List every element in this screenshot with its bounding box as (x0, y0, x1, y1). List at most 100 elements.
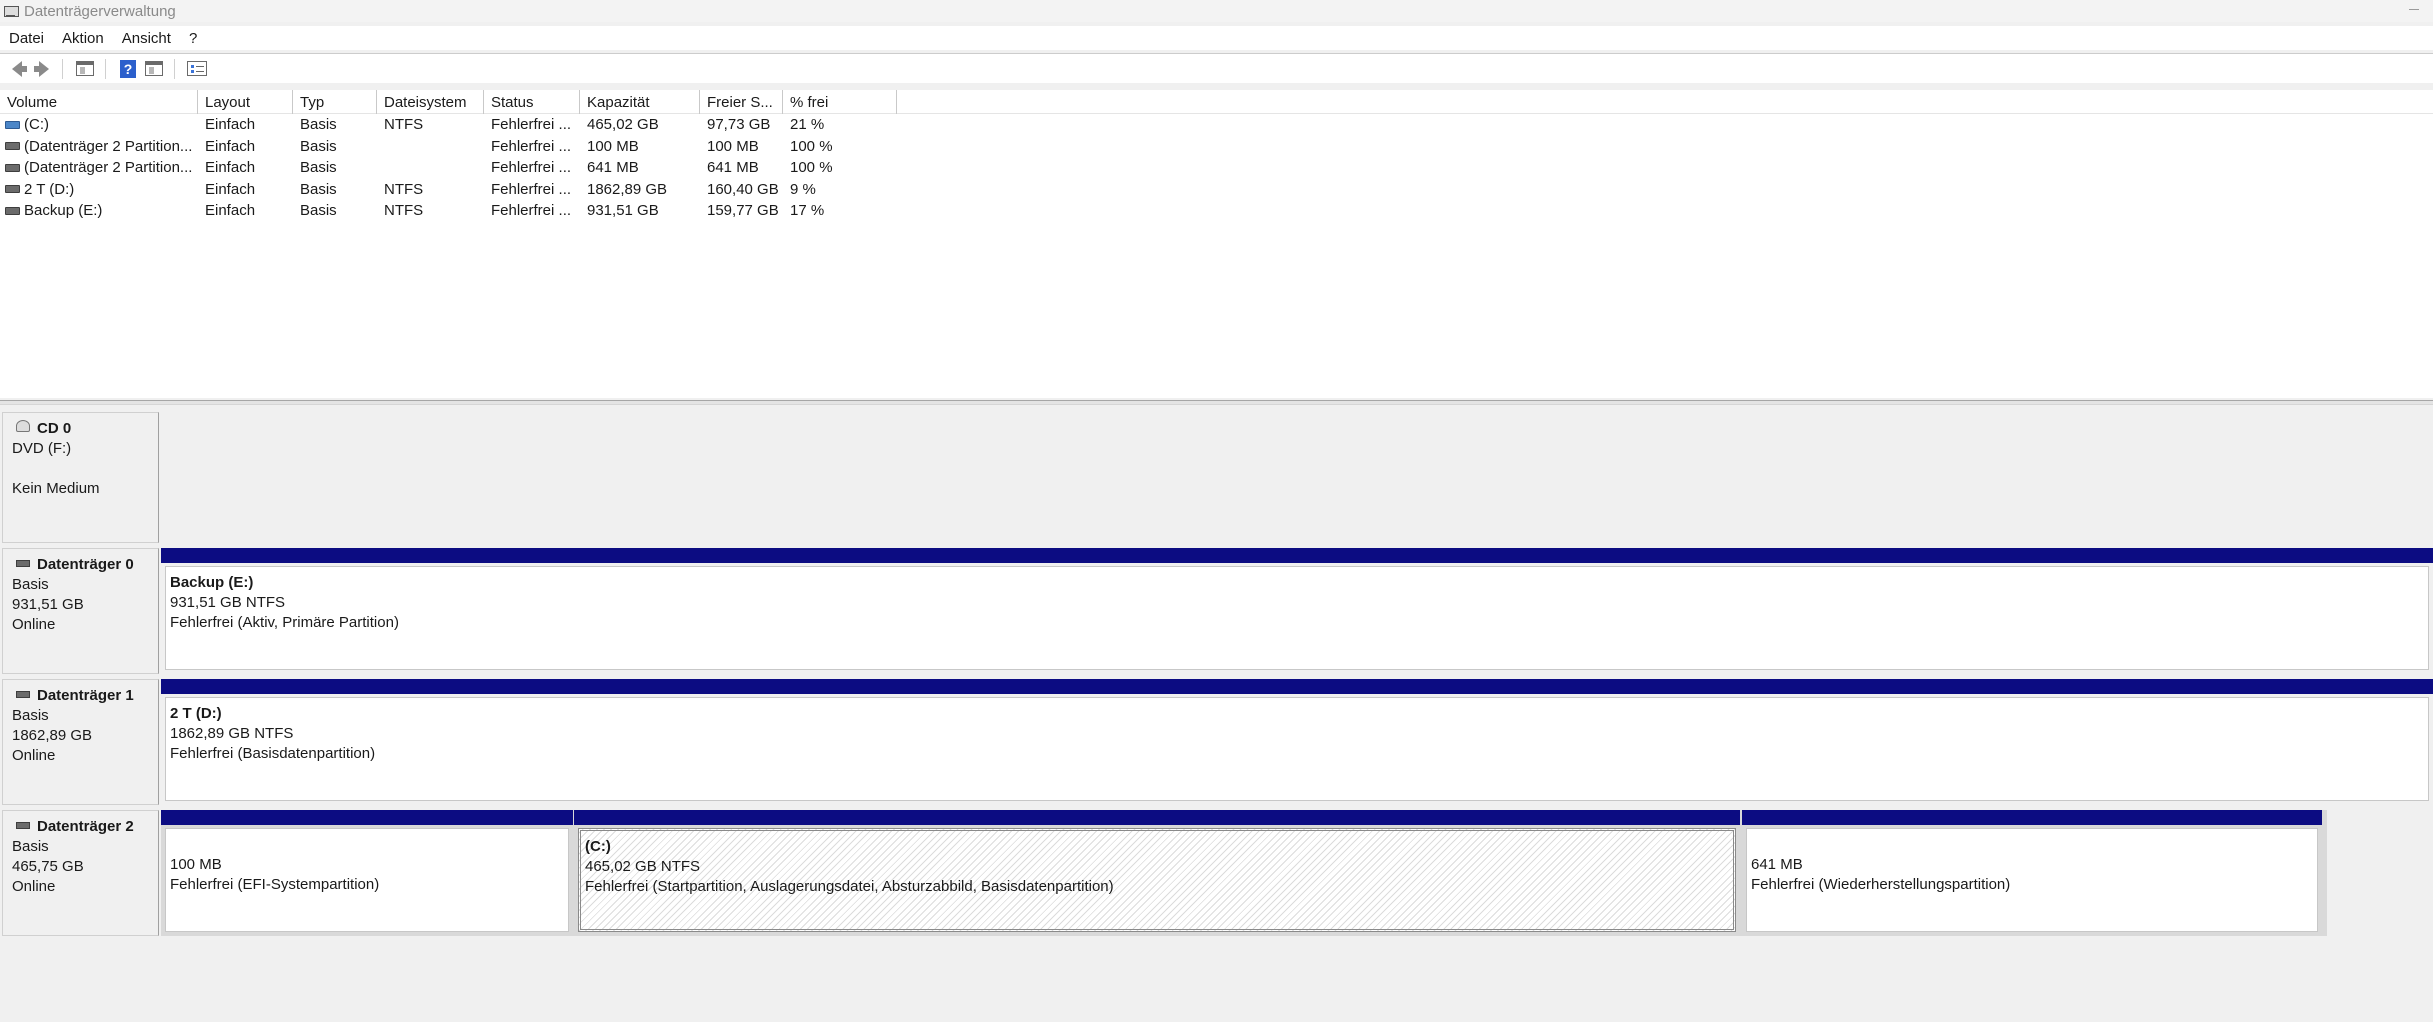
partition-bar (1742, 810, 2322, 825)
disk-state: Online (12, 747, 56, 764)
properties-button[interactable] (185, 58, 209, 80)
disk-label-cd0[interactable]: CD 0 DVD (F:) Kein Medium (2, 412, 159, 543)
partition-body[interactable]: 641 MB Fehlerfrei (Wiederherstellungspar… (1746, 828, 2318, 932)
volume-icon (5, 142, 20, 151)
column-header-prozent-frei[interactable]: % frei (783, 90, 897, 114)
partition-c[interactable]: (C:) 465,02 GB NTFS Fehlerfrei (Startpar… (574, 810, 1740, 936)
cell-freier-speicher: 97,73 GB (707, 116, 771, 134)
volume-name: Backup (E:) (24, 202, 103, 220)
cell-prozent-frei: 9 % (790, 180, 816, 198)
disk-size: 1862,89 GB (12, 727, 93, 744)
cell-kapazitaet: 465,02 GB (587, 116, 659, 134)
partition-status: Fehlerfrei (Startpartition, Auslagerungs… (585, 878, 1114, 895)
column-header-status[interactable]: Status (484, 90, 580, 114)
menu-help[interactable]: ? (180, 30, 206, 47)
volume-icon (5, 163, 20, 172)
cell-status: Fehlerfrei ... (491, 180, 572, 198)
system-volume-icon (5, 120, 20, 129)
pane-splitter[interactable] (0, 400, 2433, 405)
toolbar-separator (174, 58, 175, 79)
cell-kapazitaet: 931,51 GB (587, 202, 659, 220)
disk-label-2[interactable]: Datenträger 2 Basis 465,75 GB Online (2, 810, 159, 936)
minimize-icon[interactable] (2407, 2, 2421, 16)
cell-kapazitaet: 100 MB (587, 137, 639, 155)
help-button[interactable]: ? (116, 58, 140, 80)
cell-freier-speicher: 159,77 GB (707, 202, 779, 220)
menu-bar: Datei Aktion Ansicht ? (0, 26, 2433, 50)
column-header-dateisystem[interactable]: Dateisystem (377, 90, 484, 114)
disk-row-2[interactable]: Datenträger 2 Basis 465,75 GB Online 100… (0, 810, 2433, 936)
partition-2t-d[interactable]: 2 T (D:) 1862,89 GB NTFS Fehlerfrei (Bas… (161, 679, 2433, 805)
partition-size: 100 MB (170, 856, 222, 873)
cell-volume: 2 T (D:) (0, 181, 198, 198)
cell-layout: Einfach (205, 202, 256, 220)
partition-status: Fehlerfrei (Basisdatenpartition) (170, 745, 376, 762)
menu-ansicht[interactable]: Ansicht (113, 30, 180, 47)
cell-layout: Einfach (205, 137, 256, 155)
disk-drive-letter: DVD (F:) (12, 440, 72, 457)
partition-body[interactable]: Backup (E:) 931,51 GB NTFS Fehlerfrei (A… (165, 566, 2429, 670)
partition-backup-e[interactable]: Backup (E:) 931,51 GB NTFS Fehlerfrei (A… (161, 548, 2433, 674)
show-hide-pane-icon (145, 61, 163, 76)
column-header-freier-speicher[interactable]: Freier S... (700, 90, 783, 114)
table-row[interactable]: (Datenträger 2 Partition... Einfach Basis F… (0, 136, 2433, 158)
partition-body-selected[interactable]: (C:) 465,02 GB NTFS Fehlerfrei (Startpar… (578, 828, 1736, 932)
partition-bar (161, 679, 2433, 694)
cell-status: Fehlerfrei ... (491, 202, 572, 220)
table-row[interactable]: (C:) Einfach Basis NTFS Fehlerfrei ... 465,02… (0, 114, 2433, 136)
cell-prozent-frei: 100 % (790, 137, 833, 155)
disk-name: Datenträger 0 (37, 556, 134, 573)
disk-state: Online (12, 616, 56, 633)
disk-size: 465,75 GB (12, 858, 84, 875)
table-row[interactable]: 2 T (D:) Einfach Basis NTFS Fehlerfrei ... 18… (0, 179, 2433, 201)
disk-row-cd0[interactable]: CD 0 DVD (F:) Kein Medium (0, 412, 2433, 543)
disk-media-status: Kein Medium (12, 480, 100, 497)
cell-typ: Basis (300, 180, 337, 198)
disk-size: 931,51 GB (12, 596, 84, 613)
cd0-empty-area (161, 412, 2433, 543)
partition-title: (C:) (585, 838, 611, 855)
console-tree-button[interactable] (73, 58, 97, 80)
volume-name: (Datenträger 2 Partition... (24, 159, 193, 177)
partition-status: Fehlerfrei (Wiederherstellungspartition) (1751, 876, 2011, 893)
show-hide-pane-button[interactable] (142, 58, 166, 80)
menu-datei[interactable]: Datei (0, 30, 53, 47)
partition-body[interactable]: 100 MB Fehlerfrei (EFI-Systempartition) (165, 828, 569, 932)
disk-state: Online (12, 878, 56, 895)
column-header-typ[interactable]: Typ (293, 90, 377, 114)
volume-name: 2 T (D:) (24, 180, 75, 198)
cell-prozent-frei: 21 % (790, 116, 825, 134)
disk-type: Basis (12, 576, 49, 593)
partition-efi[interactable]: 100 MB Fehlerfrei (EFI-Systempartition) (161, 810, 573, 936)
disk-label-0[interactable]: Datenträger 0 Basis 931,51 GB Online (2, 548, 159, 674)
cell-typ: Basis (300, 116, 337, 134)
column-header-layout[interactable]: Layout (198, 90, 293, 114)
disk-name: Datenträger 1 (37, 687, 134, 704)
toolbar-separator (105, 58, 106, 79)
partition-body[interactable]: 2 T (D:) 1862,89 GB NTFS Fehlerfrei (Bas… (165, 697, 2429, 801)
partition-title (1751, 835, 2317, 855)
back-button[interactable] (4, 58, 28, 80)
menu-aktion[interactable]: Aktion (53, 30, 113, 47)
forward-button[interactable] (30, 58, 54, 80)
column-header-volume[interactable]: Volume (0, 90, 198, 114)
partition-bar (161, 548, 2433, 563)
cell-freier-speicher: 641 MB (707, 159, 759, 177)
volume-name: (Datenträger 2 Partition... (24, 137, 193, 155)
cd-drive-icon (16, 420, 30, 432)
forward-icon (34, 60, 49, 77)
disk-row-1[interactable]: Datenträger 1 Basis 1862,89 GB Online 2 … (0, 679, 2433, 805)
cell-layout: Einfach (205, 180, 256, 198)
cell-volume: Backup (E:) (0, 202, 198, 219)
table-row[interactable]: Backup (E:) Einfach Basis NTFS Fehlerfrei ..… (0, 200, 2433, 222)
partition-title (170, 835, 568, 855)
disk-row-0[interactable]: Datenträger 0 Basis 931,51 GB Online Bac… (0, 548, 2433, 674)
console-tree-icon (76, 61, 94, 76)
partition-status: Fehlerfrei (Aktiv, Primäre Partition) (170, 614, 399, 631)
column-header-kapazitaet[interactable]: Kapazität (580, 90, 700, 114)
table-row[interactable]: (Datenträger 2 Partition... Einfach Basis F… (0, 157, 2433, 179)
cell-status: Fehlerfrei ... (491, 116, 572, 134)
cell-layout: Einfach (205, 116, 256, 134)
disk-label-1[interactable]: Datenträger 1 Basis 1862,89 GB Online (2, 679, 159, 805)
partition-recovery[interactable]: 641 MB Fehlerfrei (Wiederherstellungspar… (1742, 810, 2322, 936)
